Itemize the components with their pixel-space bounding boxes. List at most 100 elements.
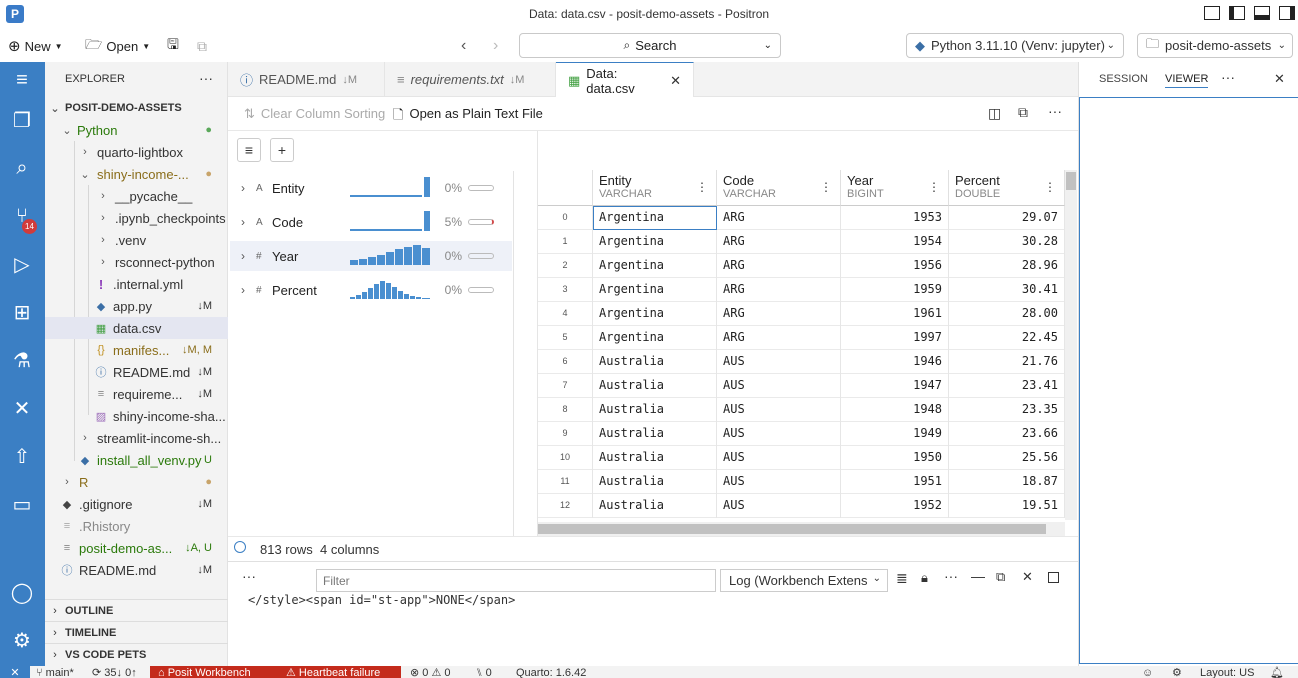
cell-year[interactable]: 1951 xyxy=(841,470,949,494)
publish-icon[interactable]: ⇧ xyxy=(8,442,36,470)
tab-viewer[interactable]: VIEWER xyxy=(1165,73,1209,88)
cell-entity[interactable]: Argentina xyxy=(593,302,717,326)
cell-year[interactable]: 1959 xyxy=(841,278,949,302)
cell-year[interactable]: 1946 xyxy=(841,350,949,374)
cell-code[interactable]: ARG xyxy=(717,254,841,278)
table-row[interactable]: 3 Argentina ARG 1959 30.41 xyxy=(538,278,1065,302)
cell-percent[interactable]: 28.96 xyxy=(949,254,1065,278)
tab-readme[interactable]: ⓘ README.md ↓M xyxy=(228,62,385,97)
toggle-secondary-sidebar-icon[interactable] xyxy=(1279,6,1295,20)
output-channel-select[interactable]: Log (Workbench Extens ⌄ xyxy=(720,569,888,592)
column-menu-icon[interactable]: ⋮ xyxy=(928,180,940,194)
table-row[interactable]: 1 Argentina ARG 1954 30.28 xyxy=(538,230,1065,254)
cell-year[interactable]: 1953 xyxy=(841,206,949,230)
git-branch[interactable]: ⑂ main* xyxy=(36,666,74,678)
cell-percent[interactable]: 22.45 xyxy=(949,326,1065,350)
cell-percent[interactable]: 30.41 xyxy=(949,278,1065,302)
word-wrap-icon[interactable]: ≣ xyxy=(896,570,908,587)
cell-year[interactable]: 1950 xyxy=(841,446,949,470)
more-actions-icon[interactable]: ··· xyxy=(1221,69,1235,85)
column-header-entity[interactable]: Entity VARCHAR ⋮ xyxy=(593,170,717,206)
cell-percent[interactable]: 23.41 xyxy=(949,374,1065,398)
column-header-percent[interactable]: Percent DOUBLE ⋮ xyxy=(949,170,1065,206)
cell-code[interactable]: ARG xyxy=(717,326,841,350)
table-row[interactable]: 6 Australia AUS 1946 21.76 xyxy=(538,350,1065,374)
keyboard-layout[interactable]: Layout: US xyxy=(1200,666,1254,678)
cell-entity[interactable]: Argentina xyxy=(593,254,717,278)
tab-requirements[interactable]: ≡ requirements.txt ↓M xyxy=(385,62,556,97)
more-actions-icon[interactable]: ··· xyxy=(199,70,213,86)
table-row[interactable]: 4 Argentina ARG 1961 28.00 xyxy=(538,302,1065,326)
tree-item-quarto-lightbox[interactable]: › quarto-lightbox xyxy=(45,141,228,163)
minimize-icon[interactable]: — xyxy=(971,568,985,584)
tree-item-shiny-income-image[interactable]: ▨ shiny-income-sha... xyxy=(45,405,228,427)
cell-entity[interactable]: Argentina xyxy=(593,230,717,254)
scroll-thumb[interactable] xyxy=(538,524,1046,534)
column-list-icon[interactable]: ≡ xyxy=(237,138,261,162)
column-summary-percent[interactable]: › # Percent 0% xyxy=(230,275,512,305)
cell-percent[interactable]: 29.07 xyxy=(949,206,1065,230)
cell-code[interactable]: AUS xyxy=(717,374,841,398)
cell-code[interactable]: AUS xyxy=(717,422,841,446)
table-row[interactable]: 2 Argentina ARG 1956 28.96 xyxy=(538,254,1065,278)
tree-item-app-py[interactable]: ◆ app.py ↓M xyxy=(45,295,228,317)
cell-year[interactable]: 1948 xyxy=(841,398,949,422)
quarto-item[interactable]: Quarto: 1.6.42 xyxy=(516,666,586,678)
table-row[interactable]: 0 Argentina ARG 1953 29.07 xyxy=(538,206,1065,230)
tree-item-readme-md[interactable]: ⓘ README.md ↓M xyxy=(45,361,228,383)
command-search-box[interactable]: ⌕ Search ⌄ xyxy=(519,33,781,58)
tree-item-r[interactable]: › R ● xyxy=(45,471,228,493)
tree-item-posit-demo[interactable]: ≡ posit-demo-as... ↓A, U xyxy=(45,537,228,559)
cell-year[interactable]: 1952 xyxy=(841,494,949,518)
back-arrow-icon[interactable]: ‹ xyxy=(461,36,466,56)
cell-code[interactable]: AUS xyxy=(717,350,841,374)
tree-item-ipynb-checkpoints[interactable]: › .ipynb_checkpoints xyxy=(45,207,228,229)
menu-icon[interactable]: ≡ xyxy=(8,66,36,94)
cell-year[interactable]: 1961 xyxy=(841,302,949,326)
cell-code[interactable]: ARG xyxy=(717,278,841,302)
tree-item-install-all-venv[interactable]: ◆ install_all_venv.py U xyxy=(45,449,228,471)
notifications-bell-icon[interactable]: 🔔︎ xyxy=(1270,666,1284,678)
cell-entity[interactable]: Australia xyxy=(593,398,717,422)
tree-item-internal-yml[interactable]: ! .internal.yml xyxy=(45,273,228,295)
explorer-root[interactable]: ⌄ POSIT-DEMO-ASSETS xyxy=(45,97,228,119)
tree-item-manifest[interactable]: {} manifes... ↓M, M xyxy=(45,339,228,361)
cell-percent[interactable]: 23.66 xyxy=(949,422,1065,446)
cell-code[interactable]: AUS xyxy=(717,494,841,518)
section-timeline[interactable]: › TIMELINE xyxy=(45,621,228,643)
tree-item-rhistory[interactable]: ≡ .Rhistory xyxy=(45,515,228,537)
testing-flask-icon[interactable]: ⚗ xyxy=(8,346,36,374)
cell-code[interactable]: AUS xyxy=(717,446,841,470)
settings-sync-icon[interactable]: ⚙ xyxy=(1172,666,1182,678)
cell-year[interactable]: 1949 xyxy=(841,422,949,446)
tab-session[interactable]: SESSION xyxy=(1099,73,1148,85)
table-row[interactable]: 10 Australia AUS 1950 25.56 xyxy=(538,446,1065,470)
cell-code[interactable]: AUS xyxy=(717,398,841,422)
cell-year[interactable]: 1947 xyxy=(841,374,949,398)
cell-percent[interactable]: 23.35 xyxy=(949,398,1065,422)
column-summary-entity[interactable]: › A Entity 0% xyxy=(230,173,512,203)
heartbeat-item[interactable]: ⚠ Heartbeat failure xyxy=(278,666,401,678)
section-vscode-pets[interactable]: › VS CODE PETS xyxy=(45,643,228,665)
open-in-window-icon[interactable]: ⧉ xyxy=(1018,104,1028,121)
tree-item-python[interactable]: ⌄ Python ● xyxy=(45,119,228,141)
horizontal-scrollbar[interactable] xyxy=(538,522,1065,536)
settings-gear-icon[interactable]: ⚙ xyxy=(8,626,36,654)
table-row[interactable]: 11 Australia AUS 1951 18.87 xyxy=(538,470,1065,494)
cell-percent[interactable]: 18.87 xyxy=(949,470,1065,494)
cell-entity[interactable]: Australia xyxy=(593,494,717,518)
save-all-icon[interactable]: ⧉ xyxy=(197,36,207,56)
cell-entity[interactable]: Argentina xyxy=(593,278,717,302)
cell-entity[interactable]: Argentina xyxy=(593,326,717,350)
toggle-panel-icon[interactable] xyxy=(1254,6,1270,20)
problems-item[interactable]: ⊗ 0 ⚠ 0 xyxy=(410,666,450,678)
tree-item-requirements[interactable]: ≡ requireme... ↓M xyxy=(45,383,228,405)
cell-entity[interactable]: Australia xyxy=(593,446,717,470)
cell-code[interactable]: AUS xyxy=(717,470,841,494)
section-outline[interactable]: › OUTLINE xyxy=(45,599,228,621)
tree-item-shiny-income[interactable]: ⌄ shiny-income-... ● xyxy=(45,163,228,185)
close-icon[interactable]: ✕ xyxy=(670,73,681,89)
cell-year[interactable]: 1997 xyxy=(841,326,949,350)
column-menu-icon[interactable]: ⋮ xyxy=(696,180,708,194)
new-button[interactable]: ⊕ New ▼ xyxy=(8,36,63,56)
